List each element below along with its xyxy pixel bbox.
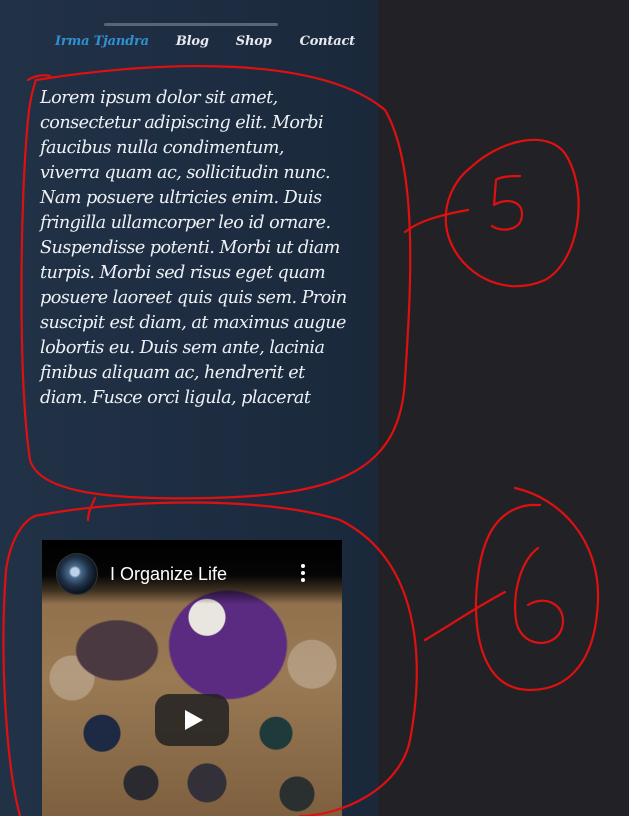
channel-avatar[interactable] <box>56 553 98 595</box>
nav-brand-link[interactable]: Irma Tjandra <box>55 34 149 49</box>
play-icon[interactable] <box>155 694 229 746</box>
youtube-embed[interactable]: I Organize Life <box>42 540 342 816</box>
nav-contact-link[interactable]: Contact <box>300 34 356 49</box>
annotation-circle-6 <box>474 486 600 692</box>
lorem-paragraph: Lorem ipsum dolor sit amet, consectetur … <box>40 88 347 408</box>
top-navigation: Irma Tjandra Blog Shop Contact <box>55 34 355 49</box>
annotation-digit-6 <box>514 546 565 644</box>
video-title[interactable]: I Organize Life <box>110 564 227 585</box>
header-divider <box>104 23 278 26</box>
annotation-pointer-5 <box>403 208 470 234</box>
annotation-circle-5 <box>444 138 580 288</box>
annotation-digit-5 <box>490 174 524 231</box>
more-options-icon[interactable] <box>300 564 306 582</box>
nav-blog-link[interactable]: Blog <box>176 34 209 49</box>
annotation-pointer-6 <box>423 590 507 642</box>
mobile-page: Irma Tjandra Blog Shop Contact Lorem ips… <box>0 0 378 816</box>
nav-shop-link[interactable]: Shop <box>236 34 272 49</box>
